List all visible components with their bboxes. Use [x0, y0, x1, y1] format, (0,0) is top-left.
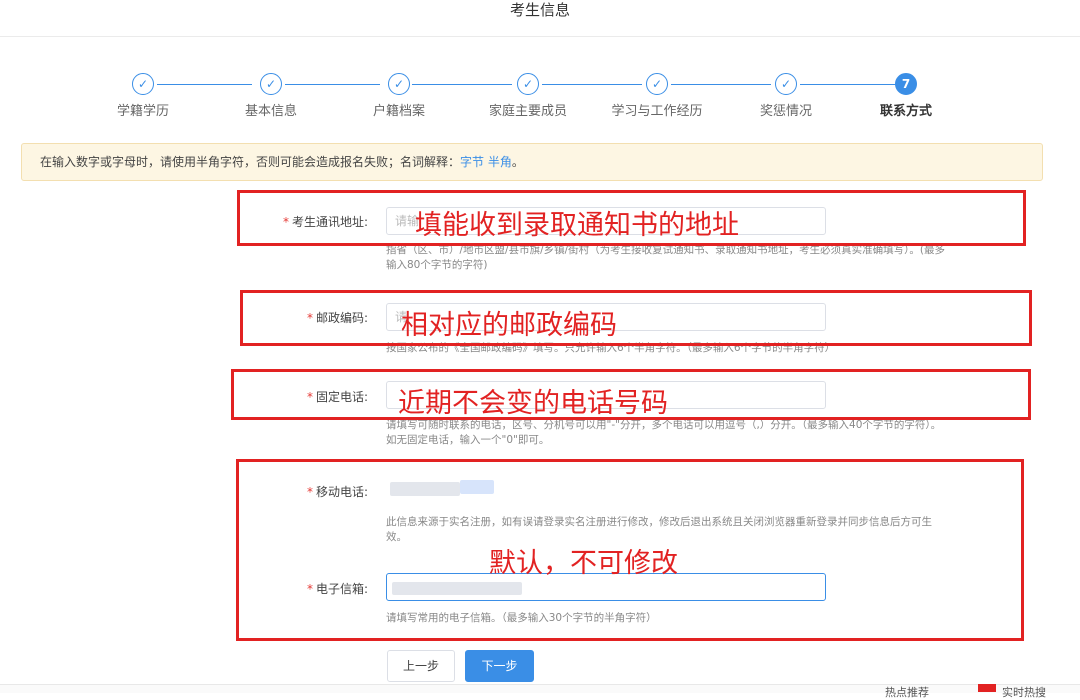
check-icon: ✓: [646, 73, 668, 95]
annotation-box-postcode: [240, 290, 1032, 346]
notice-text: 在输入数字或字母时，请使用半角字符，否则可能会造成报名失败；名词解释：: [40, 155, 461, 169]
page-title: 考生信息: [0, 0, 1080, 37]
step-label: 户籍档案: [372, 104, 425, 119]
prev-step-button[interactable]: 上一步: [387, 650, 455, 682]
address-help: 指省（区、市）/地市区盟/县市旗/乡镇/街村（为考生接收复试通知书、录取通知书地…: [386, 244, 945, 271]
next-step-button[interactable]: 下一步: [465, 650, 534, 682]
step-label: 家庭主要成员: [488, 104, 567, 119]
step-label: 联系方式: [879, 104, 932, 119]
annotation-text-default: 默认，不可修改: [489, 548, 678, 579]
check-icon: ✓: [517, 73, 539, 95]
phone-help: 请填写可随时联系的电话，区号、分机号可以用"-"分开，多个电话可以用逗号（,）分…: [386, 419, 942, 446]
annotation-text-postcode: 相对应的邮政编码: [401, 310, 617, 341]
notice-banner: 在输入数字或字母时，请使用半角字符，否则可能会造成报名失败；名词解释：字节 半角…: [21, 143, 1043, 181]
step-progress: ✓ 学籍学历 ✓ 基本信息 ✓ 户籍档案 ✓ 家庭主要成员 ✓ 学习与工作经历 …: [0, 70, 1080, 130]
hot-icon: [978, 684, 996, 692]
footer-hot-recommend[interactable]: 热点推荐: [885, 684, 929, 700]
step-label: 奖惩情况: [759, 104, 812, 119]
step-connector: [285, 84, 380, 85]
annotation-text-phone: 近期不会变的电话号码: [398, 388, 668, 419]
step-connector: [412, 84, 512, 85]
check-icon: ✓: [132, 73, 154, 95]
annotation-text-address: 填能收到录取通知书的地址: [415, 210, 739, 241]
notice-end: 。: [511, 155, 524, 169]
footer-realtime-search[interactable]: 实时热搜: [1002, 684, 1046, 700]
term-link-halfwidth[interactable]: 半角: [488, 155, 512, 169]
step-connector: [800, 84, 900, 85]
step-label: 基本信息: [244, 104, 297, 119]
step-number: 7: [895, 73, 917, 95]
check-icon: ✓: [388, 73, 410, 95]
check-icon: ✓: [775, 73, 797, 95]
term-link-byte[interactable]: 字节: [460, 155, 484, 169]
check-icon: ✓: [260, 73, 282, 95]
step-connector: [157, 84, 252, 85]
step-connector: [671, 84, 771, 85]
step-label: 学籍学历: [116, 104, 169, 119]
step-label: 学习与工作经历: [611, 104, 703, 119]
step-connector: [542, 84, 642, 85]
